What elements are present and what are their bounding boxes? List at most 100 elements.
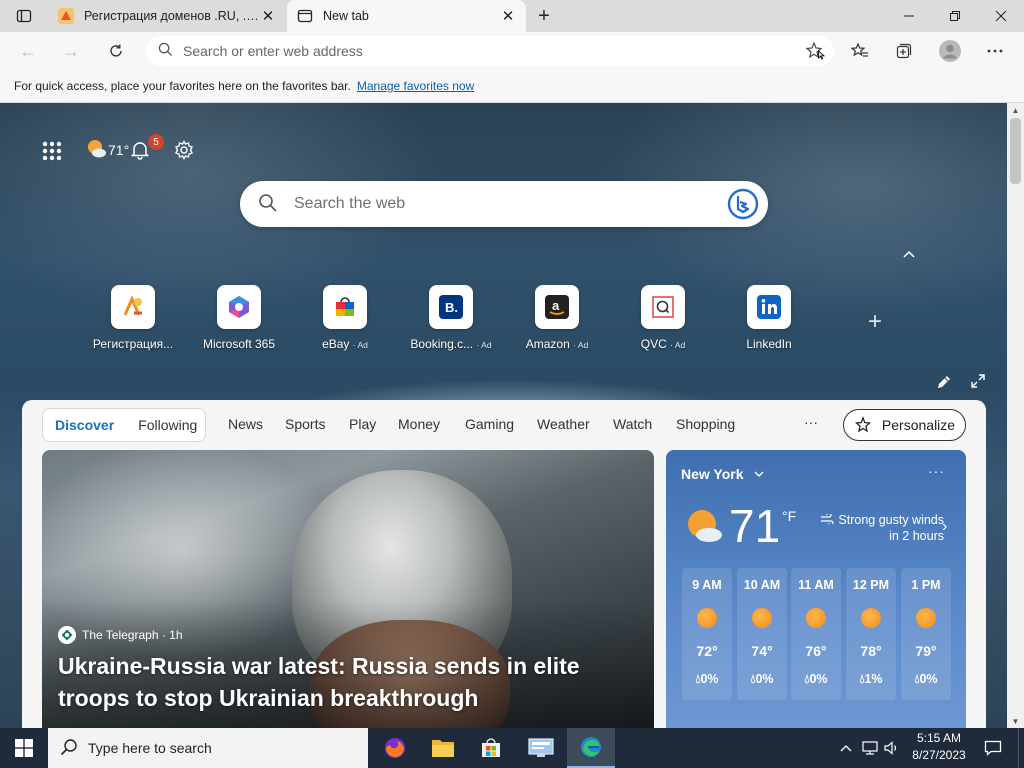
manage-favorites-link[interactable]: Manage favorites now bbox=[357, 79, 474, 93]
refresh-icon[interactable] bbox=[100, 35, 132, 67]
microsoft-store-icon[interactable] bbox=[467, 728, 515, 768]
firefox-icon[interactable] bbox=[371, 728, 419, 768]
scroll-down-arrow-icon[interactable]: ▼ bbox=[1007, 714, 1024, 728]
favorites-hint: For quick access, place your favorites h… bbox=[14, 79, 351, 93]
svg-text:B.: B. bbox=[445, 300, 458, 315]
taskbar-search-input[interactable] bbox=[88, 740, 269, 756]
scroll-thumb[interactable] bbox=[1010, 118, 1021, 184]
new-tab-button[interactable]: + bbox=[530, 0, 558, 32]
page-scrollbar[interactable]: ▲ ▼ bbox=[1007, 103, 1024, 728]
weather-more-button[interactable]: ··· bbox=[928, 463, 945, 479]
action-center-icon[interactable] bbox=[978, 728, 1008, 768]
precip-value: 0% bbox=[755, 672, 774, 686]
quick-link-booking[interactable]: B. Booking.c... · Ad bbox=[398, 285, 504, 355]
profile-avatar-icon[interactable] bbox=[934, 35, 966, 67]
bing-chat-icon[interactable] bbox=[726, 187, 760, 221]
tab-actions-icon[interactable] bbox=[8, 0, 40, 32]
remote-desktop-icon[interactable] bbox=[517, 728, 565, 768]
web-search-box[interactable] bbox=[240, 181, 768, 227]
hour-precip: 💧︎0% bbox=[750, 672, 774, 686]
edge-browser-icon[interactable] bbox=[567, 728, 615, 768]
hour-precip: 💧︎1% bbox=[859, 672, 883, 686]
tab-news[interactable]: News bbox=[228, 416, 263, 432]
telegraph-logo-icon bbox=[58, 626, 76, 644]
clock-date: 8/27/2023 bbox=[912, 748, 966, 762]
tab-following[interactable]: Following bbox=[126, 417, 209, 433]
scroll-up-arrow-icon[interactable]: ▲ bbox=[1007, 103, 1024, 117]
favorites-icon[interactable] bbox=[844, 35, 876, 67]
sunny-icon bbox=[697, 608, 717, 628]
weather-chip-temp: 71° bbox=[108, 142, 130, 158]
restore-icon[interactable] bbox=[932, 0, 978, 32]
close-window-icon[interactable] bbox=[978, 0, 1024, 32]
tab-shopping[interactable]: Shopping bbox=[676, 416, 735, 432]
system-clock[interactable]: 5:15 AM 8/27/2023 bbox=[904, 730, 974, 766]
sunny-icon bbox=[916, 608, 936, 628]
page-settings-gear-icon[interactable] bbox=[172, 138, 196, 162]
weather-alert[interactable]: Strong gusty winds in 2 hours bbox=[814, 512, 944, 544]
forward-icon[interactable]: → bbox=[55, 35, 87, 67]
file-explorer-icon[interactable] bbox=[419, 728, 467, 768]
tab-money[interactable]: Money bbox=[398, 416, 440, 432]
hero-article-card[interactable]: The Telegraph · 1h Ukraine-Russia war la… bbox=[42, 450, 654, 728]
minimize-icon[interactable] bbox=[886, 0, 932, 32]
address-bar[interactable] bbox=[146, 36, 834, 66]
precip-value: 0% bbox=[700, 672, 719, 686]
weather-card[interactable]: New York ··· 71 °F Strong gusty winds in… bbox=[666, 450, 966, 728]
tab-discover[interactable]: Discover bbox=[43, 417, 126, 433]
tab-gaming[interactable]: Gaming bbox=[465, 416, 514, 432]
tab-title: New tab bbox=[323, 9, 369, 23]
article-source: The Telegraph · 1h bbox=[58, 626, 183, 644]
show-hidden-icons-chevron-icon[interactable] bbox=[838, 728, 854, 768]
article-headline[interactable]: Ukraine-Russia war latest: Russia sends … bbox=[58, 650, 638, 714]
edit-background-icon[interactable] bbox=[935, 373, 953, 391]
search-icon bbox=[60, 738, 78, 759]
source-label: The Telegraph · 1h bbox=[82, 628, 183, 642]
hour-temp: 79° bbox=[915, 643, 937, 659]
tab-play[interactable]: Play bbox=[349, 416, 376, 432]
quick-link-label: Регистрация... bbox=[92, 337, 174, 351]
tab-sports[interactable]: Sports bbox=[285, 416, 325, 432]
add-site-plus-icon[interactable]: + bbox=[864, 308, 886, 335]
close-tab-icon[interactable]: ✕ bbox=[260, 8, 276, 25]
app-launcher-icon[interactable] bbox=[40, 139, 64, 163]
windows-start-icon[interactable] bbox=[0, 728, 48, 768]
sparkle-star-icon bbox=[854, 416, 871, 433]
hour-label: 11 AM bbox=[798, 578, 834, 592]
network-icon[interactable] bbox=[860, 728, 880, 768]
back-icon[interactable]: ← bbox=[12, 35, 44, 67]
weather-chip[interactable]: 71° bbox=[86, 137, 129, 163]
quick-link-linkedin[interactable]: LinkedIn bbox=[716, 285, 822, 355]
hourly-item: 12 PM 78° 💧︎1% bbox=[846, 568, 896, 700]
volume-icon[interactable] bbox=[882, 728, 902, 768]
tab-domain-registration[interactable]: Регистрация доменов .RU, .РФ у ✕ bbox=[48, 0, 286, 32]
collapse-chevron-icon[interactable] bbox=[898, 243, 920, 265]
web-search-input[interactable] bbox=[294, 195, 726, 213]
tab-new-tab[interactable]: New tab ✕ bbox=[287, 0, 526, 32]
collections-icon[interactable] bbox=[888, 35, 920, 67]
quick-link-microsoft-365[interactable]: Microsoft 365 bbox=[186, 285, 292, 355]
notification-badge: 5 bbox=[148, 134, 164, 150]
feed-tabs: Discover Following News Sports Play Mone… bbox=[42, 408, 966, 444]
quick-link-amazon[interactable]: a Amazon · Ad bbox=[504, 285, 610, 355]
chevron-right-icon[interactable]: › bbox=[942, 518, 947, 536]
tab-watch[interactable]: Watch bbox=[613, 416, 652, 432]
hourly-item: 11 AM 76° 💧︎0% bbox=[791, 568, 841, 700]
weather-city[interactable]: New York bbox=[681, 466, 766, 482]
settings-more-icon[interactable] bbox=[979, 35, 1011, 67]
booking-icon: B. bbox=[429, 285, 473, 329]
taskbar-search-box[interactable] bbox=[48, 728, 368, 768]
more-tabs-button[interactable]: ··· bbox=[804, 414, 818, 430]
quick-link-qvc[interactable]: QVC · Ad bbox=[610, 285, 716, 355]
add-favorite-icon[interactable] bbox=[804, 40, 826, 62]
quick-link-registrar[interactable]: Регистрация... bbox=[80, 285, 186, 355]
show-desktop-button[interactable] bbox=[1018, 728, 1024, 768]
close-tab-icon[interactable]: ✕ bbox=[500, 8, 516, 25]
weather-city-label: New York bbox=[681, 466, 744, 482]
tab-weather[interactable]: Weather bbox=[537, 416, 590, 432]
expand-icon[interactable] bbox=[969, 372, 987, 390]
personalize-button[interactable]: Personalize bbox=[843, 409, 966, 441]
quick-link-ebay[interactable]: eBay · Ad bbox=[292, 285, 398, 355]
quick-link-label: Microsoft 365 bbox=[202, 337, 276, 351]
address-input[interactable] bbox=[183, 43, 834, 59]
